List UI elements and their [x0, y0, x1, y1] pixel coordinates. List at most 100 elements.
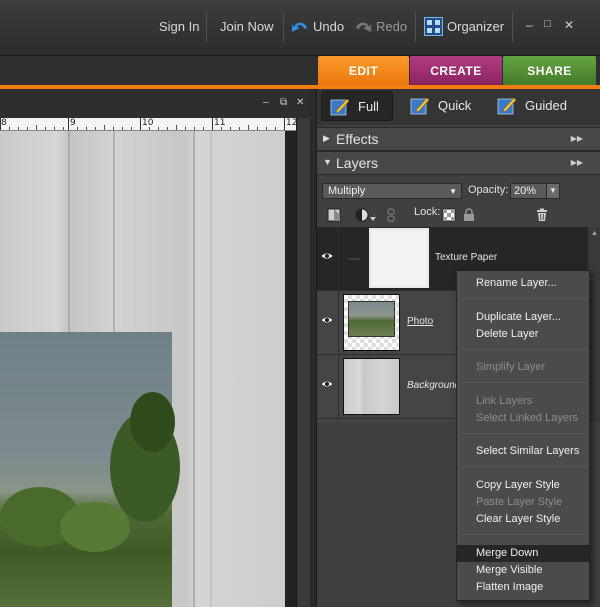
menu-item-simplify-layer: Simplify Layer: [476, 361, 546, 373]
trash-icon[interactable]: [535, 208, 549, 222]
menu-item-flatten-image[interactable]: Flatten Image: [457, 579, 589, 596]
horizontal-ruler: 8 9 10 11 12: [0, 118, 296, 131]
eye-icon[interactable]: [320, 315, 334, 325]
ruler-number: 9: [70, 118, 76, 128]
menu-divider: [461, 298, 587, 299]
sign-in-link[interactable]: Sign In: [159, 19, 199, 34]
menu-item-select-linked-layers: Select Linked Layers: [476, 412, 579, 424]
menu-item-rename-layer[interactable]: Rename Layer...: [457, 275, 589, 292]
image-canvas[interactable]: [0, 131, 285, 607]
new-layer-icon[interactable]: [327, 208, 341, 222]
menu-divider: [461, 534, 587, 535]
visibility-column: [317, 355, 339, 419]
menu-item-copy-layer-style[interactable]: Copy Layer Style: [457, 477, 589, 494]
full-edit-icon: [330, 98, 350, 116]
full-edit-button[interactable]: Full: [321, 91, 393, 121]
divider: [512, 12, 513, 42]
panel-menu-icon[interactable]: ▶▶: [571, 134, 583, 143]
guided-edit-label: Guided: [525, 98, 567, 113]
quick-edit-button[interactable]: Quick: [402, 91, 477, 121]
organizer-button[interactable]: Organizer: [447, 19, 504, 34]
expand-arrow-icon: ▶: [323, 133, 330, 143]
adjustment-layer-icon[interactable]: [355, 208, 369, 222]
layer-thumbnail: [369, 228, 429, 288]
menu-divider: [461, 433, 587, 434]
full-edit-label: Full: [358, 99, 379, 114]
layer-name: Texture Paper: [435, 252, 498, 263]
menu-item-merge-down[interactable]: Merge Down: [457, 545, 589, 562]
doc-minimize-button[interactable]: –: [263, 97, 269, 108]
menu-item-delete-layer[interactable]: Delete Layer: [457, 326, 589, 343]
ruler-number: 8: [1, 118, 7, 128]
adjustment-dropdown-icon[interactable]: [369, 208, 377, 222]
ruler-number: 12: [286, 118, 296, 128]
edit-mode-buttons: Full Quick Guided: [317, 89, 600, 125]
layer-name: Photo: [407, 316, 434, 327]
ruler-number: 10: [142, 118, 154, 128]
effects-panel-header[interactable]: ▶ Effects ▶▶: [317, 127, 600, 151]
layer-thumbnail: [343, 358, 400, 415]
menu-divider: [461, 382, 587, 383]
tree-shape: [60, 502, 130, 552]
eye-icon[interactable]: [320, 251, 334, 261]
chevron-down-icon: ▼: [449, 187, 457, 196]
redo-button[interactable]: Redo: [376, 19, 407, 34]
photo-layer-image: [0, 332, 180, 607]
mode-tab-bar: EDIT CREATE SHARE: [0, 56, 600, 89]
join-now-link[interactable]: Join Now: [220, 19, 273, 34]
lock-all-icon[interactable]: [462, 208, 476, 222]
tab-edit[interactable]: EDIT: [318, 56, 409, 86]
divider: [283, 12, 284, 42]
menu-item-merge-visible[interactable]: Merge Visible: [457, 562, 589, 579]
layer-thumbnail: [343, 294, 400, 351]
organizer-icon[interactable]: [424, 17, 443, 36]
window-close-button[interactable]: ✕: [564, 18, 574, 32]
document-titlebar: – ⧉ ✕: [0, 89, 310, 119]
undo-button[interactable]: Undo: [313, 19, 344, 34]
layers-panel-header[interactable]: ▼ Layers ▶▶: [317, 151, 600, 175]
blend-mode-select[interactable]: Multiply ▼: [322, 183, 462, 199]
doc-close-button[interactable]: ✕: [296, 97, 304, 108]
lock-transparency-icon[interactable]: [442, 208, 456, 222]
document-window: – ⧉ ✕ 8 9 10 11 12: [0, 89, 310, 607]
layer-context-menu: Rename Layer... Duplicate Layer... Delet…: [456, 270, 590, 601]
tab-share[interactable]: SHARE: [503, 56, 596, 86]
lock-label: Lock:: [414, 206, 441, 218]
doc-restore-button[interactable]: ⧉: [280, 97, 287, 108]
wood-plank-seam: [210, 131, 212, 607]
eye-icon[interactable]: [320, 379, 334, 389]
redo-icon[interactable]: [353, 18, 373, 34]
collapse-arrow-icon: ▼: [323, 157, 332, 167]
blend-mode-value: Multiply: [328, 185, 366, 197]
guided-edit-button[interactable]: Guided: [489, 91, 579, 121]
menu-item-paste-layer-style: Paste Layer Style: [476, 496, 563, 508]
menu-item-clear-layer-style[interactable]: Clear Layer Style: [457, 511, 589, 528]
wood-plank-seam: [193, 131, 195, 607]
menu-item-select-similar-layers[interactable]: Select Similar Layers: [457, 443, 589, 460]
tree-shape: [130, 392, 175, 452]
scroll-up-icon[interactable]: ▲: [591, 230, 598, 237]
undo-icon[interactable]: [290, 18, 310, 34]
window-maximize-button[interactable]: □: [544, 18, 551, 30]
menu-item-duplicate-layer[interactable]: Duplicate Layer...: [457, 309, 589, 326]
visibility-column: [317, 227, 339, 291]
window-minimize-button[interactable]: –: [526, 18, 533, 32]
opacity-dropdown-icon[interactable]: ▼: [546, 183, 560, 199]
panel-menu-icon[interactable]: ▶▶: [571, 158, 583, 167]
layers-panel-title: Layers: [336, 155, 379, 171]
menu-item-link-layers: Link Layers: [476, 395, 533, 407]
tab-create[interactable]: CREATE: [410, 56, 502, 86]
opacity-label: Opacity:: [468, 184, 509, 196]
layer-name: Background: [407, 380, 461, 391]
menu-divider: [461, 466, 587, 467]
link-icon: [348, 258, 360, 260]
guided-edit-icon: [497, 97, 517, 115]
ruler-number: 11: [214, 118, 226, 128]
quick-edit-icon: [410, 97, 430, 115]
menu-divider: [461, 349, 587, 350]
link-layers-icon[interactable]: [384, 208, 398, 222]
document-vertical-scrollbar[interactable]: [296, 118, 310, 607]
divider: [415, 12, 416, 42]
photo-thumbnail-image: [348, 301, 395, 337]
divider: [206, 12, 207, 42]
